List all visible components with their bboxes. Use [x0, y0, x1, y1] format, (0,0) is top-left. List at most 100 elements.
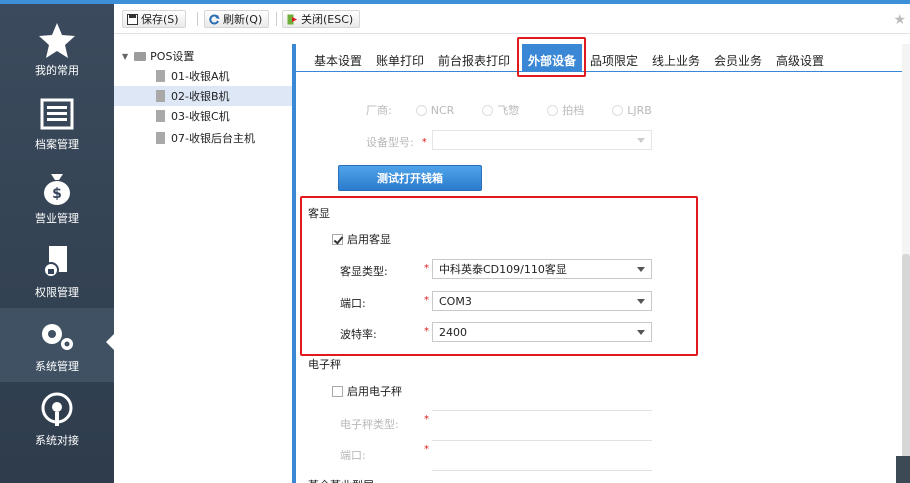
display-type-row: 客显类型: [340, 263, 388, 279]
lock-doc-icon [43, 246, 67, 278]
test-cashbox-button-label: 测试打开钱箱 [377, 172, 443, 185]
star-icon [39, 23, 75, 58]
nav-item-integration[interactable]: 系统对接 [0, 382, 114, 456]
nav-item-archive[interactable]: 档案管理 [0, 86, 114, 160]
nav-item-permission[interactable]: 权限管理 [0, 234, 114, 308]
tree-item-selected[interactable]: 02-收银B机 [114, 86, 292, 106]
model-select[interactable] [432, 130, 652, 150]
tree-item[interactable]: 03-收银C机 [114, 106, 292, 126]
scale-type-label: 电子秤类型: [340, 418, 399, 431]
baud-select[interactable]: 2400 [432, 322, 652, 342]
display-type-select[interactable]: 中科英泰CD109/110客显 [432, 259, 652, 279]
nav-item-favorites[interactable]: 我的常用 [0, 12, 114, 86]
close-button[interactable]: 关闭(ESC) [282, 10, 361, 28]
vendor-radio[interactable] [547, 104, 559, 116]
baud-row: 波特率: [340, 326, 377, 342]
scale-title: 电子秤 [308, 358, 341, 371]
port-value: COM3 [439, 294, 472, 308]
active-nav-indicator [106, 334, 114, 350]
settings-tree: ▼ POS设置 01-收银A机 02-收银B机 03-收银C机 07-收银后台主… [114, 44, 292, 483]
tree-root-label: POS设置 [150, 50, 195, 63]
test-cashbox-button[interactable]: 测试打开钱箱 [338, 165, 482, 191]
scale-port-label: 端口: [340, 449, 366, 462]
refresh-button[interactable]: 刷新(Q) [204, 10, 270, 28]
svg-text:$: $ [52, 186, 62, 202]
toolbar-separator [197, 12, 198, 26]
tab-external-devices[interactable]: 外部设备 [522, 44, 583, 72]
vendor-radio[interactable] [482, 104, 494, 116]
vendor-option: LJRB [627, 103, 652, 117]
enable-customer-display-label: 启用客显 [347, 233, 391, 246]
tab-report-print[interactable]: 前台报表打印 [438, 52, 510, 69]
refresh-icon [209, 14, 220, 24]
required-mark: * [424, 295, 429, 306]
scale-type-row: 电子秤类型: [340, 416, 399, 432]
nav-label: 系统对接 [35, 434, 79, 447]
corner-button[interactable] [896, 456, 910, 483]
collapse-icon[interactable]: ▼ [122, 52, 128, 61]
enable-scale-label: 启用电子秤 [347, 385, 402, 398]
enable-customer-display[interactable]: 启用客显 [332, 231, 391, 247]
customer-display-title: 客显 [308, 207, 330, 220]
side-navigation: 我的常用 档案管理 $ 营业管理 权限管理 系统管理 系统对接 [0, 0, 114, 483]
toolbar-separator [276, 12, 277, 26]
document-icon [156, 132, 165, 144]
tree-item-label: 03-收银C机 [171, 110, 230, 123]
nav-label: 我的常用 [35, 64, 79, 77]
document-icon [156, 110, 165, 122]
enable-scale-checkbox[interactable] [332, 385, 343, 397]
refresh-button-label: 刷新(Q) [223, 13, 263, 26]
chevron-down-icon [637, 267, 645, 272]
money-bag-icon: $ [44, 174, 70, 205]
enable-customer-display-checkbox[interactable] [332, 233, 343, 245]
scale-port-row: 端口: [340, 447, 366, 463]
gears-icon [42, 324, 73, 350]
tab-bill-print[interactable]: 账单打印 [376, 52, 424, 69]
tab-member[interactable]: 会员业务 [714, 52, 762, 69]
port-label: 端口: [340, 297, 366, 310]
chevron-down-icon [637, 299, 645, 304]
model-row: 设备型号: * [366, 134, 427, 150]
favorite-star-icon[interactable]: ★ [893, 12, 906, 28]
vendor-option: NCR [430, 103, 455, 117]
vendor-option: 飞惣 [497, 104, 520, 117]
chevron-down-icon [637, 138, 645, 143]
vendor-radio[interactable] [415, 104, 427, 116]
folder-icon [134, 51, 147, 61]
next-section-title: 蒸仓蒸业型展 [308, 477, 374, 483]
nav-item-system[interactable]: 系统管理 [0, 308, 114, 382]
baud-value: 2400 [439, 325, 467, 339]
tab-online[interactable]: 线上业务 [652, 52, 700, 69]
tab-bar: 基本设置 账单打印 前台报表打印 外部设备 品项限定 线上业务 会员业务 高级设… [296, 44, 910, 72]
vendor-radio[interactable] [612, 104, 624, 116]
nav-label: 档案管理 [35, 138, 79, 151]
document-icon [156, 70, 165, 82]
vendor-label: 厂商: [366, 104, 392, 117]
nav-label: 营业管理 [35, 212, 79, 225]
tree-root[interactable]: ▼ POS设置 [114, 46, 292, 66]
tab-basic[interactable]: 基本设置 [314, 52, 362, 69]
chevron-down-icon [637, 330, 645, 335]
tree-item[interactable]: 01-收银A机 [114, 66, 292, 86]
nav-item-business[interactable]: $ 营业管理 [0, 160, 114, 234]
scrollbar[interactable] [902, 44, 910, 483]
required-mark: * [424, 414, 429, 425]
document-icon [156, 90, 165, 102]
enable-scale[interactable]: 启用电子秤 [332, 383, 402, 399]
tab-advanced[interactable]: 高级设置 [776, 52, 824, 69]
scale-type-field-bottom [432, 440, 652, 441]
scale-port-field[interactable] [432, 470, 652, 471]
port-select[interactable]: COM3 [432, 291, 652, 311]
tab-item-limit[interactable]: 品项限定 [590, 52, 638, 69]
port-row: 端口: [340, 295, 366, 311]
display-type-value: 中科英泰CD109/110客显 [439, 263, 567, 276]
toolbar: 保存(S) 刷新(Q) 关闭(ESC) ★ [114, 4, 910, 34]
save-button[interactable]: 保存(S) [122, 10, 186, 28]
tree-item-label: 01-收银A机 [171, 70, 230, 83]
tree-item[interactable]: 07-收银后台主机 [114, 128, 292, 148]
scrollbar-thumb[interactable] [902, 254, 910, 483]
save-button-label: 保存(S) [141, 13, 179, 26]
required-mark: * [424, 263, 429, 274]
display-type-label: 客显类型: [340, 265, 388, 278]
scale-type-field[interactable] [432, 410, 652, 411]
